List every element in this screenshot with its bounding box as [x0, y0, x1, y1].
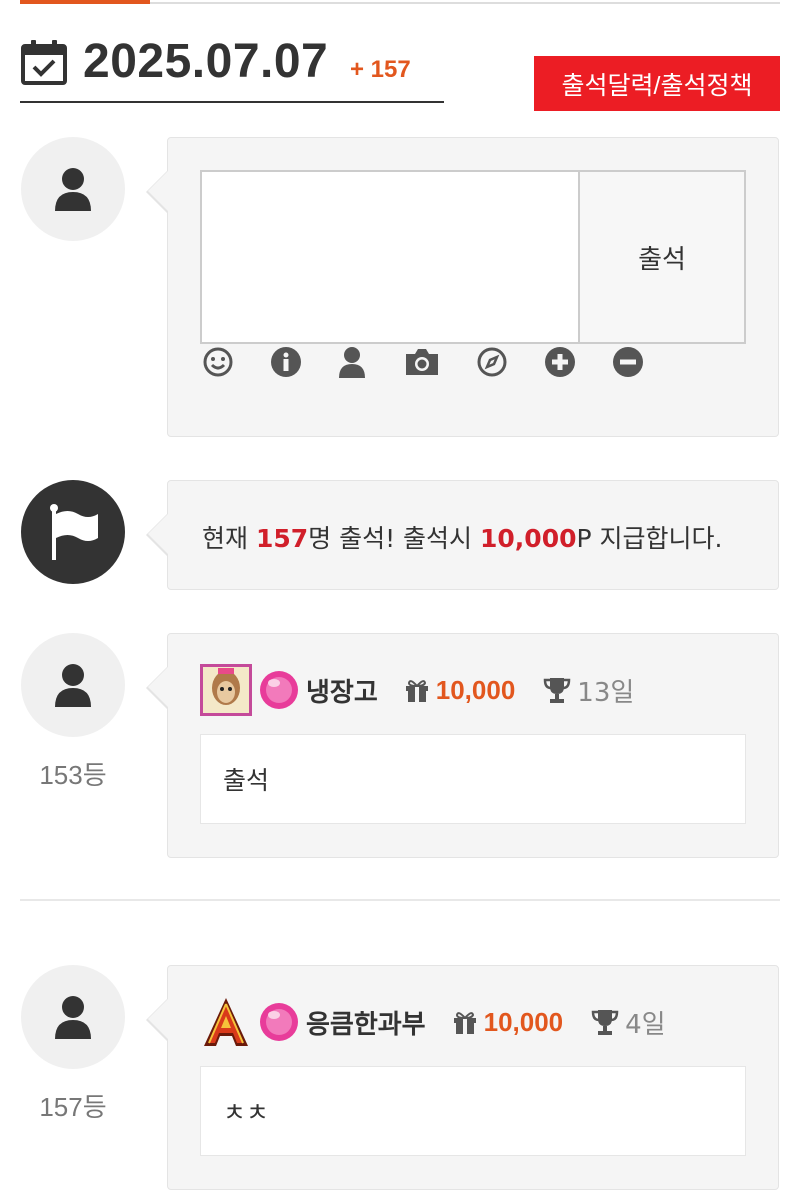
entry-points-value: 10,000: [435, 674, 516, 705]
notice-count: 157: [255, 524, 309, 553]
user-icon[interactable]: [334, 344, 370, 380]
minus-icon[interactable]: [610, 344, 646, 380]
user-icon: [55, 664, 91, 707]
level-image-icon: [200, 664, 252, 716]
entry-points-value: 10,000: [483, 1006, 564, 1037]
notice-prefix: 현재: [202, 524, 256, 553]
notice-text: 현재 157명 출석! 출석시 10,000P 지급합니다.: [202, 519, 722, 555]
pink-orb-icon: [260, 671, 298, 709]
entry-days: 13일: [543, 672, 634, 709]
gift-icon: [405, 680, 428, 702]
notice-avatar: [21, 480, 125, 584]
attend-submit-button[interactable]: 출석: [578, 172, 744, 342]
notice-middle: 명 출석! 출석시: [308, 524, 481, 553]
entry-panel: 냉장고 10,000 13일 출석: [146, 633, 779, 858]
entry-header: 응큼한과부 10,000 4일: [200, 994, 666, 1050]
my-avatar: [21, 137, 125, 241]
entry-comment: ㅊㅊ: [200, 1066, 746, 1156]
entry-rank: 153등: [39, 760, 107, 790]
attendance-policy-button[interactable]: 출석달력/출석정책: [534, 56, 780, 111]
user-icon: [55, 996, 91, 1039]
gift-icon: [453, 1012, 476, 1034]
smile-icon[interactable]: [200, 344, 236, 380]
notice-suffix: P 지급합니다.: [576, 524, 723, 553]
notice-panel: 현재 157명 출석! 출석시 10,000P 지급합니다.: [146, 480, 779, 590]
entry-comment: 출석: [200, 734, 746, 824]
camera-icon[interactable]: [402, 344, 442, 380]
entry-header: 냉장고 10,000 13일: [200, 662, 634, 718]
comment-textarea[interactable]: [202, 172, 578, 342]
calendar-check-icon: [21, 40, 67, 85]
write-panel: 출석: [146, 137, 779, 437]
editor-toolbar: [200, 344, 680, 388]
entry-panel: 응큼한과부 10,000 4일 ㅊㅊ: [146, 965, 779, 1190]
entry-days-value: 13일: [577, 677, 635, 708]
user-icon: [55, 168, 91, 211]
entry-rank: 157등: [39, 1092, 107, 1122]
page-date: 2025.07.07: [83, 35, 329, 88]
plus-icon[interactable]: [542, 344, 578, 380]
entry-avatar: [21, 633, 125, 737]
level-letter-a-icon: [204, 998, 248, 1046]
notice-points: 10,000: [480, 524, 577, 553]
entry-nickname[interactable]: 냉장고: [306, 672, 378, 709]
entry-days-value: 4일: [625, 1009, 666, 1040]
info-icon[interactable]: [268, 344, 304, 380]
entry-points: 10,000: [452, 1006, 564, 1038]
flag-icon: [50, 504, 98, 560]
compass-icon[interactable]: [474, 344, 510, 380]
attendance-count: + 157: [350, 56, 411, 83]
trophy-icon: [544, 678, 571, 703]
pink-orb-icon: [260, 1003, 298, 1041]
date-header: 2025.07.07 + 157: [20, 35, 444, 103]
trophy-icon: [591, 1010, 619, 1035]
entry-avatar: [21, 965, 125, 1069]
top-divider-accent: [20, 0, 150, 4]
list-divider: [20, 899, 780, 901]
write-box: 출석: [200, 170, 746, 344]
entry-nickname[interactable]: 응큼한과부: [306, 1004, 426, 1041]
entry-points: 10,000: [404, 674, 516, 706]
entry-days: 4일: [591, 1004, 666, 1041]
